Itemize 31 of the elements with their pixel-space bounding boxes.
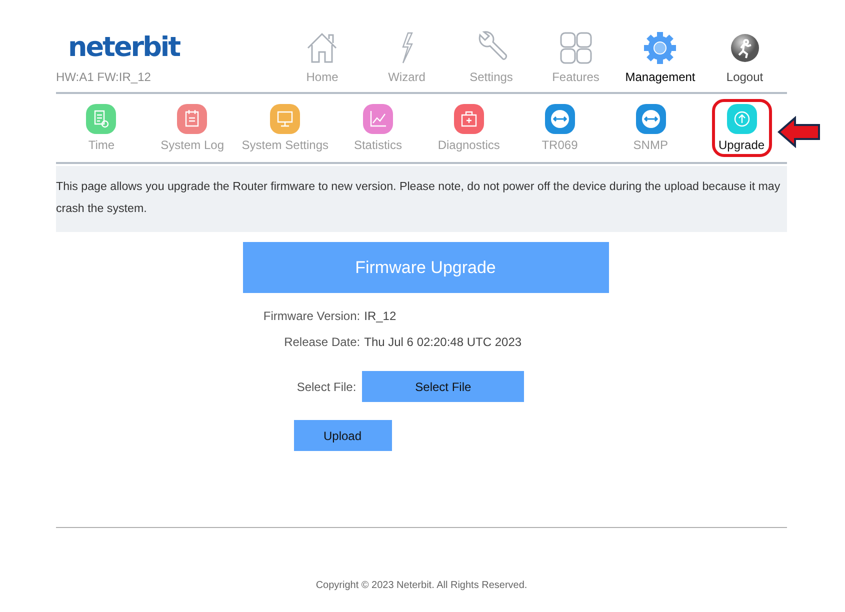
tab[interactable]: System Log bbox=[156, 102, 228, 154]
nav-item[interactable]: Features bbox=[534, 30, 618, 84]
field-label: Firmware Version: bbox=[263, 309, 360, 323]
brand-logo: neterbit bbox=[68, 34, 180, 62]
field-value: IR_12 bbox=[364, 309, 398, 323]
field-label: Select File: bbox=[296, 380, 356, 394]
arrow-icon bbox=[776, 116, 821, 148]
tab[interactable]: Time bbox=[82, 102, 120, 154]
description-text: This page allows you upgrade the Router firmware to new version. Please note, do not power off the device during the upload because it may crash the system. bbox=[56, 166, 787, 232]
tab[interactable]: SNMP bbox=[629, 102, 672, 154]
nav-item[interactable]: Home bbox=[280, 30, 364, 84]
tab[interactable]: Statistics bbox=[350, 102, 406, 154]
tab[interactable]: Diagnostics bbox=[434, 102, 504, 154]
grid-icon bbox=[558, 31, 593, 65]
copyright-text: Copyright © 2023 Neterbit. All Rights Reserved. bbox=[314, 580, 528, 591]
upload-button[interactable]: Upload bbox=[294, 420, 392, 451]
select-file-button[interactable]: Select File bbox=[362, 371, 524, 402]
nav-item[interactable]: Wizard bbox=[364, 30, 449, 84]
tab[interactable]: System Settings bbox=[238, 102, 332, 154]
field-value: Thu Jul 6 02:20:48 UTC 2023 bbox=[364, 335, 522, 349]
field-label: Release Date: bbox=[283, 335, 360, 349]
nav-item[interactable]: Settings bbox=[449, 30, 534, 84]
home-icon bbox=[305, 31, 340, 65]
tab[interactable]: Upgrade bbox=[714, 102, 769, 154]
gear-icon bbox=[643, 31, 678, 65]
nav-item[interactable]: Logout bbox=[702, 30, 787, 84]
nav-item[interactable]: Management bbox=[618, 30, 702, 84]
runner-icon bbox=[730, 33, 760, 63]
version-label: HW:A1 FW:IR_12 bbox=[56, 70, 151, 84]
panel-title: Firmware Upgrade bbox=[242, 242, 608, 293]
tab[interactable]: TR069 bbox=[538, 102, 582, 154]
